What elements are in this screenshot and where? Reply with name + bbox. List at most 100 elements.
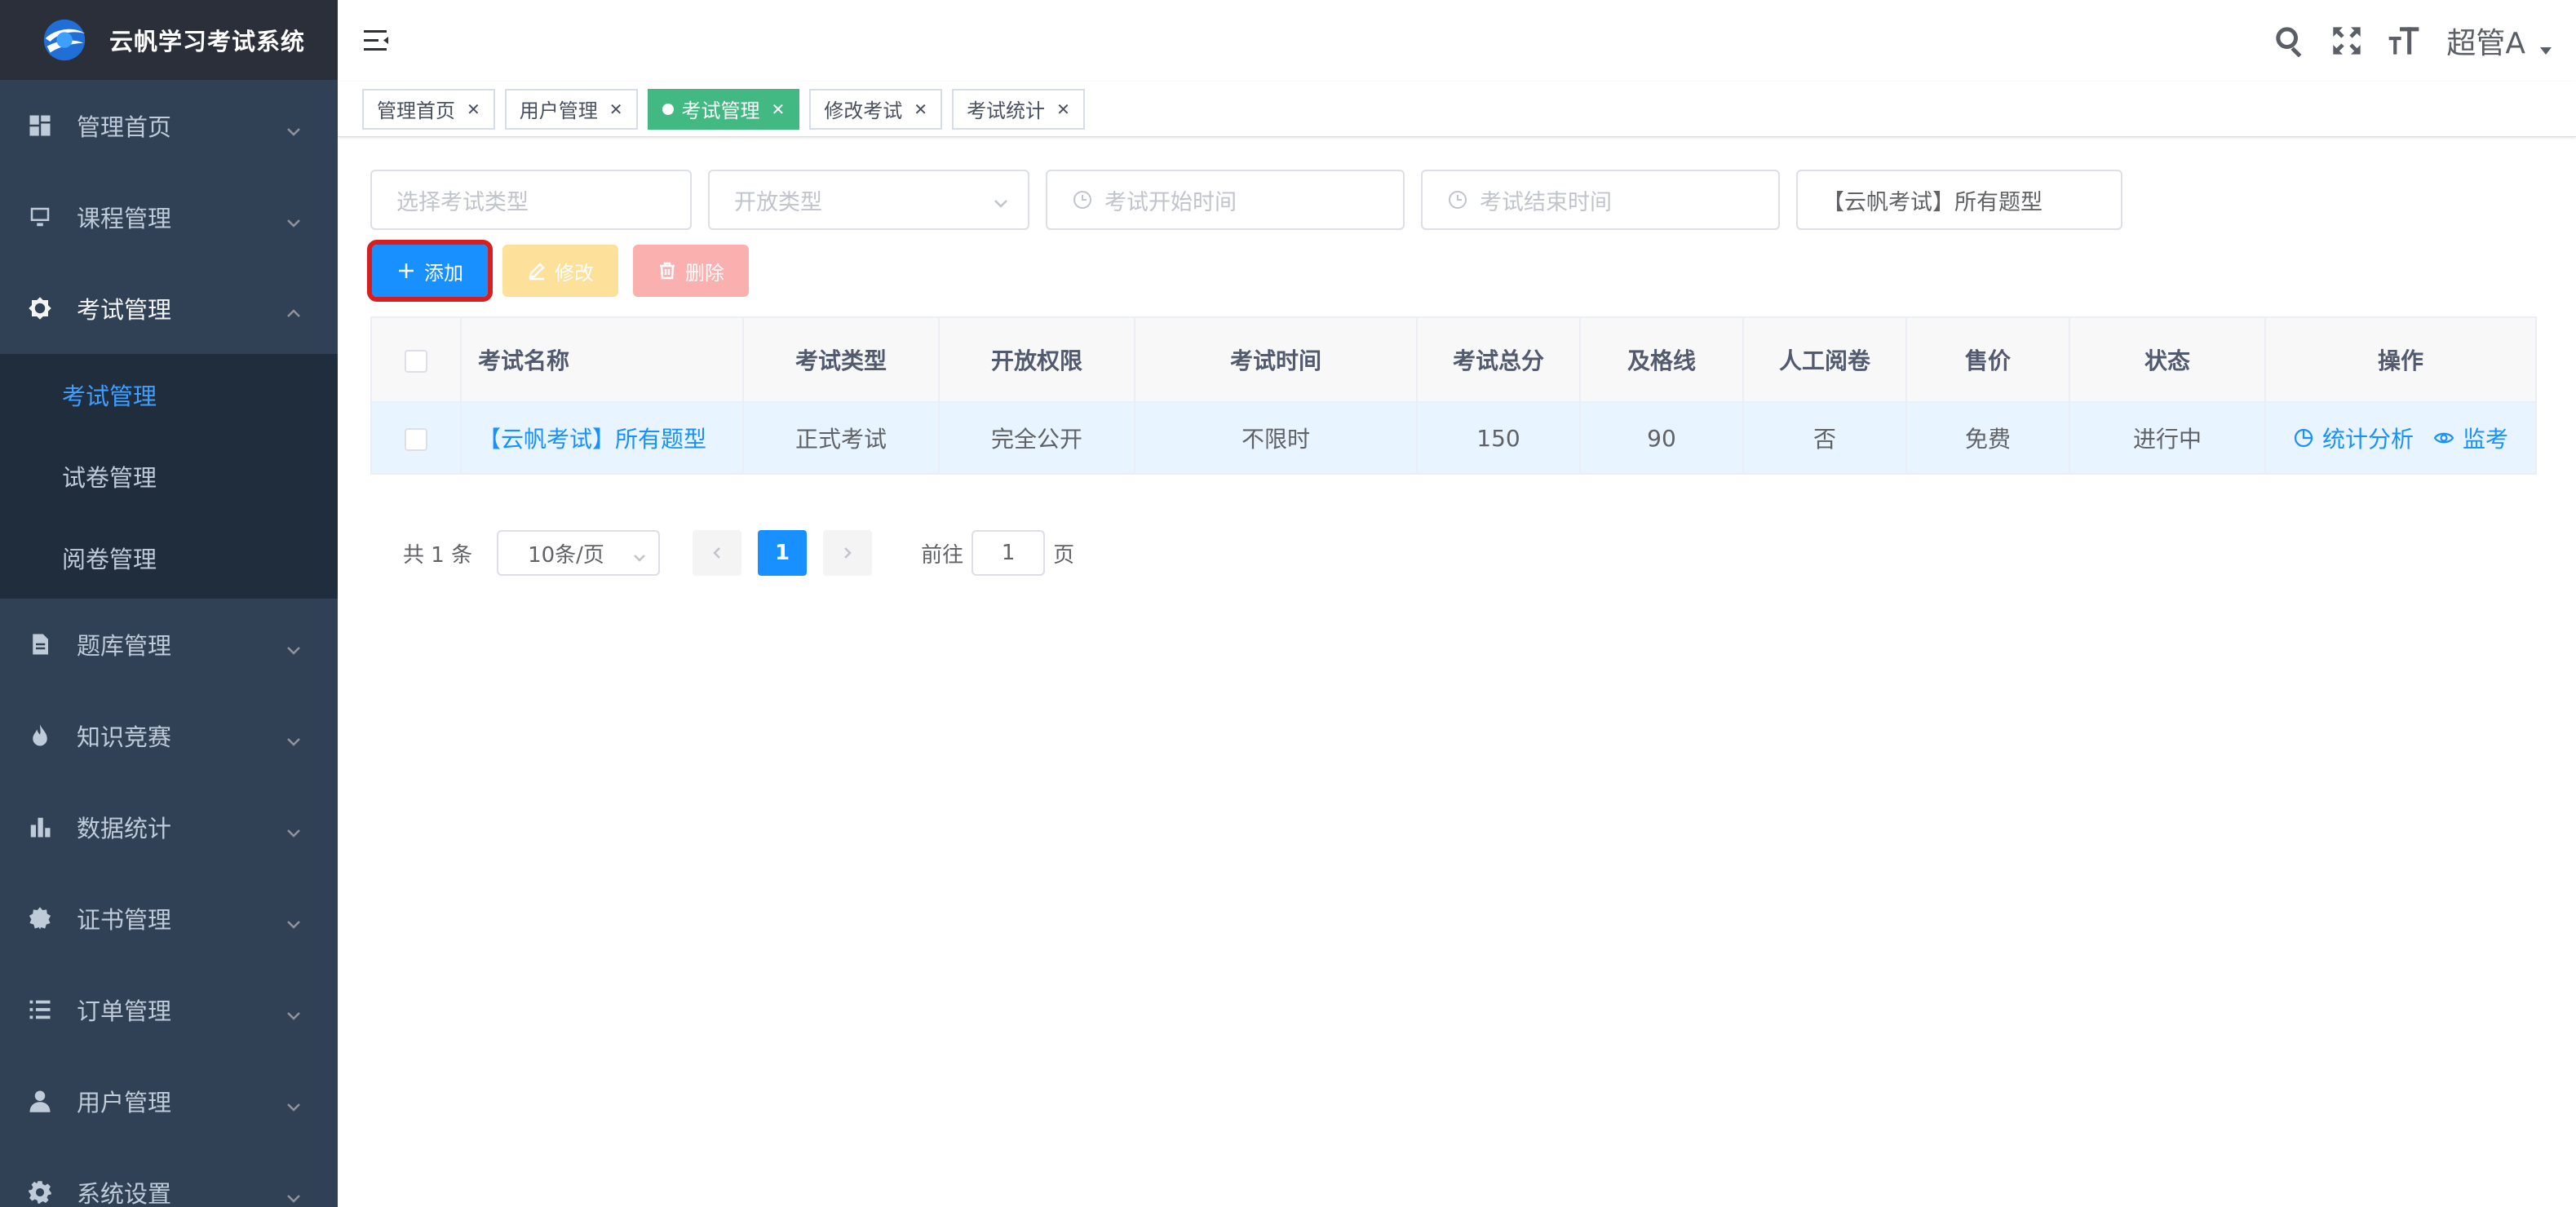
main-content: 选择考试类型 开放类型 考试开始时间 考试结束时间 【云帆考试】所有题型 添加 (338, 137, 2576, 1207)
clock-icon (1447, 189, 1468, 210)
user-dropdown[interactable]: 超管A (2446, 20, 2552, 62)
sidebar: 云帆学习考试系统 管理首页 课程管理 考试管理 考试管理 试卷管理 阅卷管理 题… (0, 0, 338, 1207)
tag-dashboard[interactable]: 管理首页 ✕ (362, 88, 495, 130)
exam-open-cell: 完全公开 (938, 401, 1135, 475)
page-number-current[interactable]: 1 (758, 530, 808, 576)
font-size-icon[interactable] (2386, 23, 2422, 59)
sidebar-subitem-marking-manage[interactable]: 阅卷管理 (0, 517, 338, 599)
close-icon[interactable]: ✕ (914, 99, 927, 119)
hamburger-menu-icon[interactable] (362, 26, 392, 55)
close-icon[interactable]: ✕ (772, 99, 786, 119)
close-icon[interactable]: ✕ (609, 99, 623, 119)
sidebar-subitem-exam-manage[interactable]: 考试管理 (0, 354, 338, 435)
exam-total-cell: 150 (1416, 401, 1581, 475)
chevron-down-icon (285, 117, 302, 136)
course-icon (28, 205, 52, 229)
tag-label: 修改考试 (824, 99, 903, 122)
sidebar-item-label: 课程管理 (77, 205, 172, 232)
exam-type-select[interactable]: 选择考试类型 (370, 170, 692, 230)
sidebar-item-contest[interactable]: 知识竞赛 (0, 690, 338, 781)
sidebar-item-label: 用户管理 (77, 1089, 172, 1116)
stats-analysis-link[interactable]: 统计分析 (2293, 422, 2414, 454)
sidebar-item-label: 知识竞赛 (77, 723, 172, 751)
sidebar-item-label: 管理首页 (77, 113, 172, 141)
gear-icon (28, 1180, 52, 1205)
tag-exam-stats[interactable]: 考试统计 ✕ (952, 88, 1085, 130)
sidebar-item-users[interactable]: 用户管理 (0, 1055, 338, 1147)
select-all-checkbox[interactable] (405, 349, 427, 373)
end-time-picker[interactable]: 考试结束时间 (1421, 170, 1780, 230)
filter-bar: 选择考试类型 开放类型 考试开始时间 考试结束时间 【云帆考试】所有题型 (370, 170, 2552, 230)
goto-page-input[interactable] (972, 530, 1046, 576)
sidebar-submenu-exam: 考试管理 试卷管理 阅卷管理 (0, 354, 338, 599)
open-type-select[interactable]: 开放类型 (708, 170, 1029, 230)
logo[interactable]: 云帆学习考试系统 (0, 0, 338, 80)
chevron-down-icon (285, 1001, 302, 1020)
page-size-select[interactable]: 10条/页 (497, 530, 661, 576)
tag-label: 考试管理 (681, 99, 760, 122)
sidebar-item-statistics[interactable]: 数据统计 (0, 781, 338, 873)
prev-page-button[interactable] (693, 530, 742, 576)
col-header-pass: 及格线 (1579, 316, 1744, 403)
edit-button-label: 修改 (555, 261, 594, 285)
user-name: 超管A (2446, 27, 2525, 60)
tag-exam-manage[interactable]: 考试管理 ✕ (647, 88, 800, 130)
sidebar-subitem-paper-manage[interactable]: 试卷管理 (0, 435, 338, 517)
row-checkbox[interactable] (405, 427, 427, 451)
close-icon[interactable]: ✕ (1056, 99, 1070, 119)
sidebar-item-exam[interactable]: 考试管理 (0, 263, 338, 354)
clock-icon (1072, 189, 1093, 210)
plus-icon (396, 261, 416, 281)
end-time-placeholder: 考试结束时间 (1480, 189, 1612, 215)
exam-type-placeholder: 选择考试类型 (396, 189, 529, 215)
monitor-label: 监考 (2463, 426, 2509, 453)
document-icon (28, 632, 52, 657)
start-time-picker[interactable]: 考试开始时间 (1046, 170, 1405, 230)
chevron-down-icon (285, 727, 302, 746)
app-title: 云帆学习考试系统 (109, 28, 306, 55)
chevron-left-icon (713, 547, 720, 559)
sidebar-item-dashboard[interactable]: 管理首页 (0, 80, 338, 171)
delete-button[interactable]: 删除 (633, 245, 749, 297)
chevron-down-icon (285, 209, 302, 228)
edit-button[interactable]: 修改 (502, 245, 618, 297)
chevron-right-icon (844, 547, 852, 559)
delete-button-label: 删除 (685, 261, 724, 285)
exam-title-input[interactable]: 【云帆考试】所有题型 (1796, 170, 2122, 230)
fullscreen-icon[interactable] (2329, 23, 2365, 59)
sidebar-item-course[interactable]: 课程管理 (0, 171, 338, 263)
sidebar-item-orders[interactable]: 订单管理 (0, 964, 338, 1055)
exam-manual-cell: 否 (1742, 401, 1907, 475)
sidebar-item-question-bank[interactable]: 题库管理 (0, 599, 338, 690)
tag-user-manage[interactable]: 用户管理 ✕ (504, 88, 638, 130)
chevron-down-icon (285, 910, 302, 929)
exam-title-value: 【云帆考试】所有题型 (1822, 189, 2043, 215)
tag-label: 管理首页 (377, 99, 455, 122)
sidebar-item-certificate[interactable]: 证书管理 (0, 873, 338, 964)
start-time-placeholder: 考试开始时间 (1104, 189, 1237, 215)
certificate-icon (28, 906, 52, 931)
col-header-open: 开放权限 (938, 316, 1135, 403)
search-icon[interactable] (2272, 23, 2308, 59)
pagination: 共 1 条 10条/页 1 前往 页 (370, 530, 2552, 576)
exam-type-cell: 正式考试 (742, 401, 940, 475)
chevron-down-icon (285, 819, 302, 838)
chevron-up-icon (285, 300, 302, 317)
row-select-cell (370, 401, 462, 475)
open-type-placeholder: 开放类型 (734, 189, 822, 215)
next-page-button[interactable] (823, 530, 873, 576)
tag-edit-exam[interactable]: 修改考试 ✕ (809, 88, 943, 130)
page-jumper: 前往 页 (921, 530, 1074, 576)
page-suffix-label: 页 (1053, 542, 1075, 568)
pagination-total: 共 1 条 (403, 542, 473, 568)
add-button[interactable]: 添加 (367, 240, 493, 302)
sidebar-item-settings[interactable]: 系统设置 (0, 1147, 338, 1207)
exam-name-link[interactable]: 【云帆考试】所有题型 (478, 426, 706, 453)
exam-pass-cell: 90 (1579, 401, 1744, 475)
col-header-price: 售价 (1905, 316, 2070, 403)
monitor-link[interactable]: 监考 (2433, 422, 2508, 454)
table-row[interactable]: 【云帆考试】所有题型 正式考试 完全公开 不限时 150 90 否 免费 进行中… (370, 401, 2537, 475)
pie-chart-icon (2294, 428, 2313, 448)
col-header-manual: 人工阅卷 (1742, 316, 1907, 403)
close-icon[interactable]: ✕ (467, 99, 480, 119)
